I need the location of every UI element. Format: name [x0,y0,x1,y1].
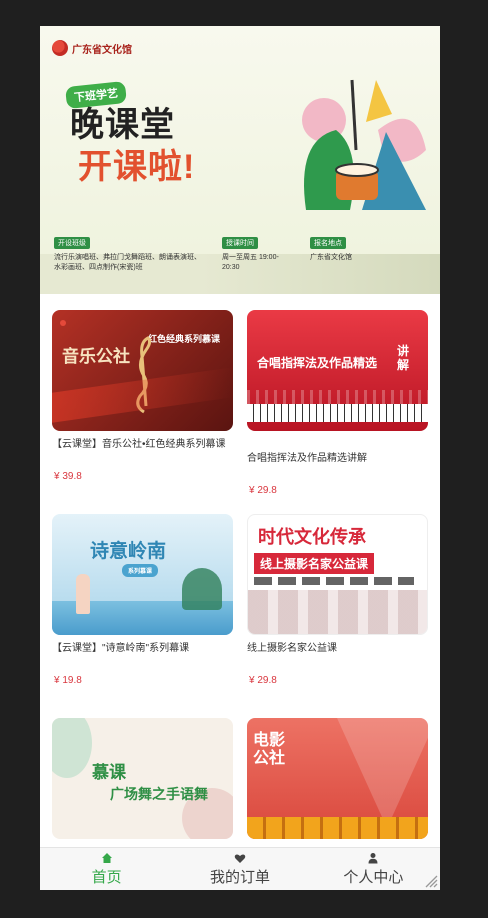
info-text: 周一至周五 19:00-20:30 [222,254,279,271]
course-price: ¥ 39.8 [54,471,82,482]
thumb-title: 时代文化传承 [258,527,366,547]
tab-profile[interactable]: 个人中心 [307,848,440,890]
course-card[interactable]: 诗意岭南 系列慕课 【云课堂】"诗意岭南"系列幕课 ¥ 19.8 [52,514,233,704]
course-card[interactable]: 慕课 广场舞之手语舞 [52,718,233,858]
thumb-subtitle: 红色经典系列慕课 [148,334,221,344]
course-thumbnail[interactable]: 合唱指挥法及作品精选 讲解 [247,310,428,431]
banner-title: 晚课堂 开课啦! [70,104,195,188]
banner-title-line2: 开课啦! [78,148,196,186]
course-price: ¥ 29.8 [249,485,277,496]
info-text: 流行乐演唱班、弗拉门戈舞蹈班、朗诵表演班、水彩画班、四点制作(宋瓷)班 [54,254,201,271]
resize-grip-icon[interactable] [422,872,438,888]
course-thumbnail[interactable]: 音乐公社 红色经典系列慕课 [52,310,233,431]
info-tag: 开设班级 [54,237,90,249]
info-text: 广东省文化馆 [310,254,352,261]
home-icon [101,852,112,863]
course-title: 【云课堂】音乐公社•红色经典系列幕课 [52,439,226,450]
course-thumbnail[interactable]: 慕课 广场舞之手语舞 [52,718,233,839]
course-thumbnail[interactable]: 诗意岭南 系列慕课 [52,514,233,635]
thumb-subtitle: 线上摄影名家公益课 [254,553,375,574]
thumb-logo [60,320,66,326]
info-location: 报名地点 广东省文化馆 [310,232,430,286]
info-tag: 授课时间 [222,237,258,249]
info-classes: 开设班级 流行乐演唱班、弗拉门戈舞蹈班、朗诵表演班、水彩画班、四点制作(宋瓷)班 [54,232,204,286]
course-title: 【云课堂】"诗意岭南"系列幕课 [52,643,190,654]
course-card[interactable]: 时代文化传承 线上摄影名家公益课 线上摄影名家公益课 ¥ 29.8 [247,514,428,704]
thumb-subtitle: 广场舞之手语舞 [110,786,208,802]
course-title: 线上摄影名家公益课 [247,643,337,654]
thumb-title: 慕课 [92,763,126,782]
info-time: 授课时间 周一至周五 19:00-20:30 [222,232,288,286]
bottom-tab-bar: 首页 我的订单 个人中心 [40,847,440,890]
course-thumbnail[interactable]: 时代文化传承 线上摄影名家公益课 [247,514,428,635]
course-card[interactable]: 电影公社 [247,718,428,858]
course-card[interactable]: 音乐公社 红色经典系列慕课 【云课堂】音乐公社•红色经典系列幕课 ¥ 39.8 [52,310,233,500]
thumb-title: 合唱指挥法及作品精选 [257,356,378,370]
culture-center-logo: 广东省文化馆 [52,40,132,56]
user-icon [368,852,378,863]
thumb-title: 诗意岭南 [90,541,167,562]
course-title: 合唱指挥法及作品精选讲解 [247,453,367,464]
tab-my-orders[interactable]: 我的订单 [173,848,306,890]
app-screen: 广东省文化馆 下班学艺 晚课堂 开课啦! 开设班级 流行乐演唱班、弗拉门戈舞蹈班… [40,26,440,890]
tab-label: 首页 [91,868,122,886]
thumb-title: 音乐公社 [62,347,130,366]
tab-home[interactable]: 首页 [40,848,173,890]
piano-keys [247,404,428,422]
course-thumbnail[interactable]: 电影公社 [247,718,428,839]
thumb-subtitle: 讲解 [397,344,410,372]
music-art-illustration [302,79,426,210]
logo-text: 广东省文化馆 [72,44,132,56]
thumb-title: 电影公社 [253,732,286,767]
banner-title-line1: 晚课堂 [70,106,175,144]
heart-icon [234,853,246,863]
info-tag: 报名地点 [310,237,346,249]
course-price: ¥ 29.8 [249,675,277,686]
tab-label: 个人中心 [343,868,404,886]
thumb-subtitle: 系列慕课 [122,564,159,577]
promo-banner[interactable]: 广东省文化馆 下班学艺 晚课堂 开课啦! 开设班级 流行乐演唱班、弗拉门戈舞蹈班… [40,26,440,294]
course-price: ¥ 19.8 [54,675,82,686]
course-card[interactable]: 合唱指挥法及作品精选 讲解 合唱指挥法及作品精选讲解 ¥ 29.8 [247,310,428,510]
logo-mark-icon [52,40,68,56]
tab-label: 我的订单 [209,868,270,886]
